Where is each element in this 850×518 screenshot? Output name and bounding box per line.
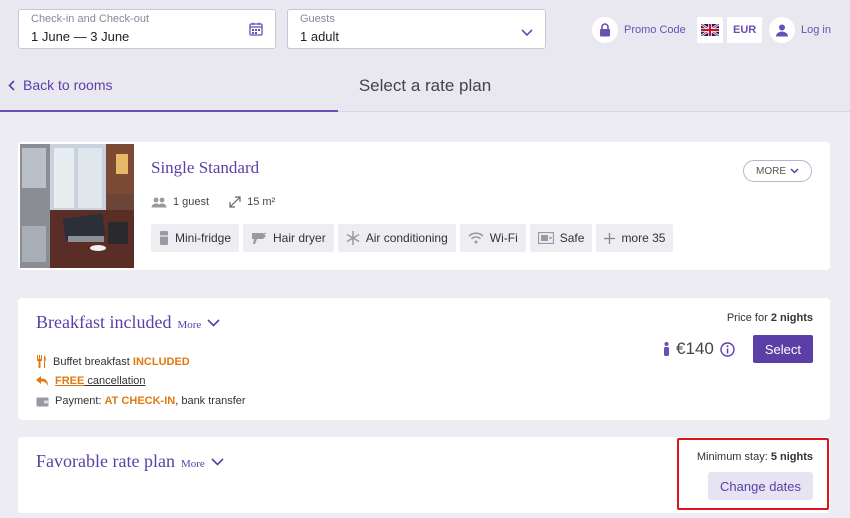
cutlery-icon xyxy=(36,355,47,368)
top-bar: Check-in and Check-out 1 June — 3 June G… xyxy=(0,0,850,60)
undo-arrow-icon xyxy=(36,375,49,387)
price-for-text: Price for xyxy=(726,312,771,324)
wifi-icon xyxy=(468,232,484,244)
cancellation-free[interactable]: FREE xyxy=(55,375,84,387)
price-for-label: Price for 2 nights xyxy=(727,312,813,324)
hair-dryer-icon xyxy=(251,231,267,245)
min-stay-value: 5 nights xyxy=(770,451,813,463)
rate-more-label: More xyxy=(180,458,205,470)
payment-text: Payment: xyxy=(55,395,105,407)
price-nights: 2 nights xyxy=(770,312,813,324)
page-title: Select a rate plan xyxy=(358,76,492,95)
guests-icon xyxy=(151,197,167,208)
more-amenities-button[interactable]: more 35 xyxy=(596,224,674,252)
amenity-chip: Hair dryer xyxy=(243,224,334,252)
price-line: €140 Select xyxy=(663,335,813,363)
lock-icon xyxy=(592,17,618,43)
promo-code-button[interactable]: Promo Code xyxy=(592,16,686,44)
login-label: Log in xyxy=(801,24,831,36)
mini-fridge-icon xyxy=(159,230,169,246)
room-card: Single Standard MORE 1 guest 15 m² Mini-… xyxy=(18,142,830,270)
person-icon xyxy=(663,342,670,356)
rate-name: Favorable rate plan xyxy=(36,451,175,471)
dates-field[interactable]: Check-in and Check-out 1 June — 3 June xyxy=(18,9,276,49)
amenity-label: Mini-fridge xyxy=(175,231,232,245)
amenity-label: Wi-Fi xyxy=(489,231,518,245)
language-currency-button[interactable]: EUR xyxy=(697,16,763,44)
uk-flag-icon xyxy=(697,17,723,43)
room-more-button[interactable]: MORE xyxy=(743,160,812,182)
amenity-chip: Wi-Fi xyxy=(459,224,526,252)
promo-code-label: Promo Code xyxy=(624,24,686,36)
dates-value: 1 June — 3 June xyxy=(31,29,130,44)
user-icon xyxy=(769,17,795,43)
room-meta: 1 guest 15 m² xyxy=(151,196,275,208)
page-header: Back to rooms Select a rate plan xyxy=(0,60,850,112)
currency-label: EUR xyxy=(727,17,763,43)
payment-feature: Payment: AT CHECK-IN, bank transfer xyxy=(36,395,246,407)
cancellation-feature: FREE cancellation xyxy=(36,375,146,387)
room-more-label: MORE xyxy=(756,165,786,177)
info-icon[interactable] xyxy=(720,341,735,357)
rate-name: Breakfast included xyxy=(36,312,172,332)
expand-arrows-icon xyxy=(229,196,241,208)
chevron-down-icon xyxy=(207,318,220,327)
room-photo[interactable] xyxy=(20,144,134,268)
chevron-down-icon xyxy=(790,168,799,174)
minimum-stay: Minimum stay: 5 nights xyxy=(697,451,813,463)
guests-value: 1 adult xyxy=(300,29,340,44)
payment-when: AT CHECK-IN xyxy=(104,395,176,407)
dates-label: Check-in and Check-out xyxy=(31,13,150,25)
breakfast-text: Buffet breakfast xyxy=(53,355,133,368)
change-dates-button[interactable]: Change dates xyxy=(708,472,813,500)
amenity-label: Hair dryer xyxy=(273,231,326,245)
guests-label: Guests xyxy=(300,13,335,25)
select-rate-button[interactable]: Select xyxy=(752,335,813,363)
chevron-down-icon xyxy=(521,24,533,42)
rate-card-breakfast: Breakfast included More Buffet breakfast… xyxy=(18,298,830,420)
breakfast-status: INCLUDED xyxy=(132,355,190,368)
plus-icon xyxy=(604,232,616,244)
rate-title[interactable]: Breakfast included More xyxy=(36,312,220,333)
amenity-chip: Safe xyxy=(529,224,593,252)
room-name[interactable]: Single Standard xyxy=(151,158,259,178)
amenity-chip: Mini-fridge xyxy=(151,224,240,252)
rate-price: €140 xyxy=(676,339,714,358)
room-area: 15 m² xyxy=(247,196,276,208)
rate-card-favorable: Favorable rate plan More Minimum stay: 5… xyxy=(18,437,830,513)
amenities-list: Mini-fridge Hair dryer Air conditioning … xyxy=(151,224,674,252)
amenity-label: Safe xyxy=(559,231,585,245)
breakfast-feature: Buffet breakfast INCLUDED xyxy=(36,355,190,368)
amenity-label: more 35 xyxy=(621,231,666,245)
login-button[interactable]: Log in xyxy=(769,16,831,44)
chevron-down-icon xyxy=(211,457,224,466)
payment-rest: , bank transfer xyxy=(175,395,246,407)
min-stay-label: Minimum stay: xyxy=(696,451,771,463)
wallet-icon xyxy=(36,396,49,407)
safe-icon xyxy=(537,232,554,244)
rate-title[interactable]: Favorable rate plan More xyxy=(36,451,224,472)
amenity-label: Air conditioning xyxy=(365,231,448,245)
cancellation-text[interactable]: cancellation xyxy=(84,375,145,387)
progress-indicator xyxy=(0,110,338,112)
amenity-chip: Air conditioning xyxy=(337,224,456,252)
rate-more-label: More xyxy=(177,319,202,331)
room-guests: 1 guest xyxy=(173,196,210,208)
snowflake-icon xyxy=(346,231,360,245)
guests-field[interactable]: Guests 1 adult xyxy=(287,9,546,49)
calendar-icon xyxy=(249,22,263,41)
